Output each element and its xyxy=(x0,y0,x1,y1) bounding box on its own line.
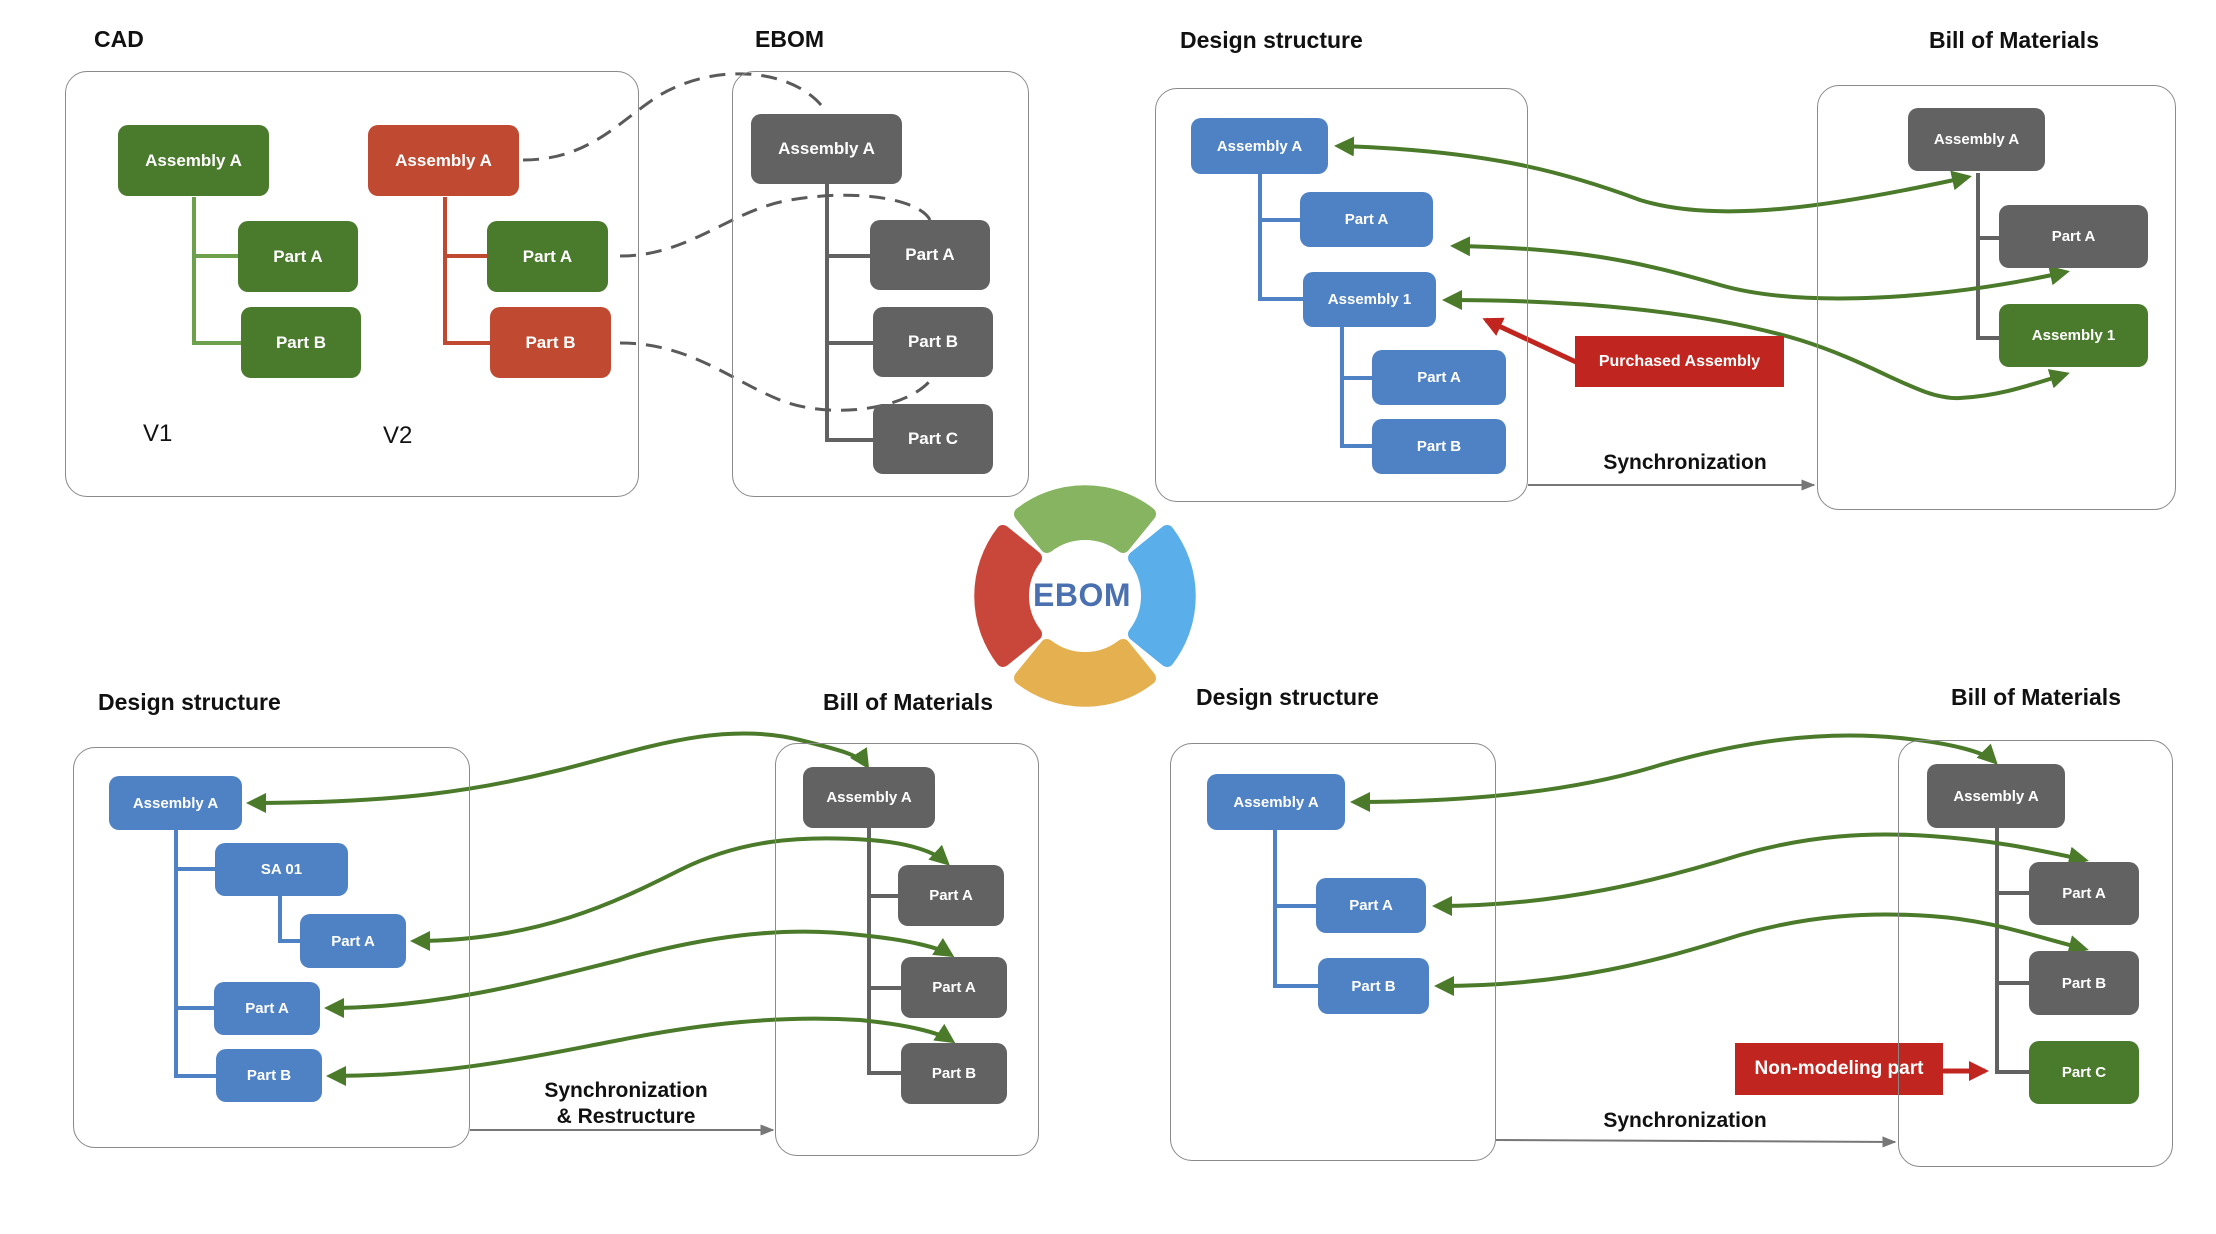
purchased-design-sub-part-a-node[interactable]: Part A xyxy=(1372,350,1506,405)
nonmodeling-design-assembly-node[interactable]: Assembly A xyxy=(1207,774,1345,830)
nonmodeling-bom-part-b-node[interactable]: Part B xyxy=(2029,951,2139,1015)
restructure-design-part-b-node[interactable]: Part B xyxy=(216,1049,322,1102)
restructure-bom-part-b-node[interactable]: Part B xyxy=(901,1043,1007,1104)
purchased-design-title: Design structure xyxy=(1180,27,1363,53)
ebom-assembly-node[interactable]: Assembly A xyxy=(751,114,902,184)
nonmodeling-bom-part-c-node[interactable]: Part C xyxy=(2029,1041,2139,1104)
purchased-bom-part-a-node[interactable]: Part A xyxy=(1999,205,2148,268)
restructure-design-part-a-node[interactable]: Part A xyxy=(214,982,320,1035)
purchased-design-sub-part-b-node[interactable]: Part B xyxy=(1372,419,1506,474)
restructure-sync-label: Synchronization & Restructure xyxy=(516,1078,736,1130)
restructure-design-sa01-node[interactable]: SA 01 xyxy=(215,843,348,896)
restructure-sync-label-line2: & Restructure xyxy=(556,1105,696,1128)
v1-part-b-node[interactable]: Part B xyxy=(241,307,361,378)
restructure-sync-label-line1: Synchronization xyxy=(544,1079,708,1102)
nonmodeling-design-title: Design structure xyxy=(1196,684,1379,710)
restructure-design-assembly-node[interactable]: Assembly A xyxy=(109,776,242,830)
restructure-bom-assembly-node[interactable]: Assembly A xyxy=(803,767,935,828)
nonmodeling-design-part-a-node[interactable]: Part A xyxy=(1316,878,1426,933)
ebom-part-c-node[interactable]: Part C xyxy=(873,404,993,474)
ebom-part-b-node[interactable]: Part B xyxy=(873,307,993,377)
ebom-part-a-node[interactable]: Part A xyxy=(870,220,990,290)
purchased-design-assembly-node[interactable]: Assembly A xyxy=(1191,118,1328,174)
v1-part-a-node[interactable]: Part A xyxy=(238,221,358,292)
logo-segment-bottom xyxy=(1014,639,1156,707)
nonmodeling-design-part-b-node[interactable]: Part B xyxy=(1318,958,1429,1014)
v2-part-a-node[interactable]: Part A xyxy=(487,221,608,292)
restructure-bom-part-a-node-2[interactable]: Part A xyxy=(901,957,1007,1018)
purchased-bom-assembly-node[interactable]: Assembly A xyxy=(1908,108,2045,171)
v2-label: V2 xyxy=(383,422,413,449)
v1-assembly-node[interactable]: Assembly A xyxy=(118,125,269,196)
purchased-bom-title: Bill of Materials xyxy=(1929,27,2099,53)
purchased-design-subassembly-node[interactable]: Assembly 1 xyxy=(1303,272,1436,327)
v2-assembly-node[interactable]: Assembly A xyxy=(368,125,519,196)
cad-title: CAD xyxy=(94,26,144,52)
nonmodeling-sync-line xyxy=(1495,1136,1897,1148)
nonmodeling-bom-title: Bill of Materials xyxy=(1951,684,2121,710)
v1-label: V1 xyxy=(143,420,173,447)
v2-part-b-node[interactable]: Part B xyxy=(490,307,611,378)
logo-segment-top xyxy=(1014,485,1156,553)
nonmodeling-bom-part-a-node[interactable]: Part A xyxy=(2029,862,2139,925)
nonmodeling-sync-label: Synchronization xyxy=(1603,1109,1767,1132)
restructure-design-sa01-part-a-node[interactable]: Part A xyxy=(300,914,406,968)
purchased-design-part-a-node[interactable]: Part A xyxy=(1300,192,1433,247)
logo-segment-right xyxy=(1128,525,1196,667)
purchased-bom-subassembly-node[interactable]: Assembly 1 xyxy=(1999,304,2148,367)
ebom-logo-label: EBOM xyxy=(1033,577,1131,613)
restructure-bom-title: Bill of Materials xyxy=(823,689,993,715)
restructure-bom-part-a-node-1[interactable]: Part A xyxy=(898,865,1004,926)
restructure-design-title: Design structure xyxy=(98,689,281,715)
purchased-sync-label: Synchronization xyxy=(1603,451,1767,474)
ebom-title: EBOM xyxy=(755,26,824,52)
purchased-assembly-note: Purchased Assembly xyxy=(1575,336,1784,387)
nonmodeling-bom-assembly-node[interactable]: Assembly A xyxy=(1927,764,2065,828)
logo-segment-left xyxy=(974,525,1042,667)
